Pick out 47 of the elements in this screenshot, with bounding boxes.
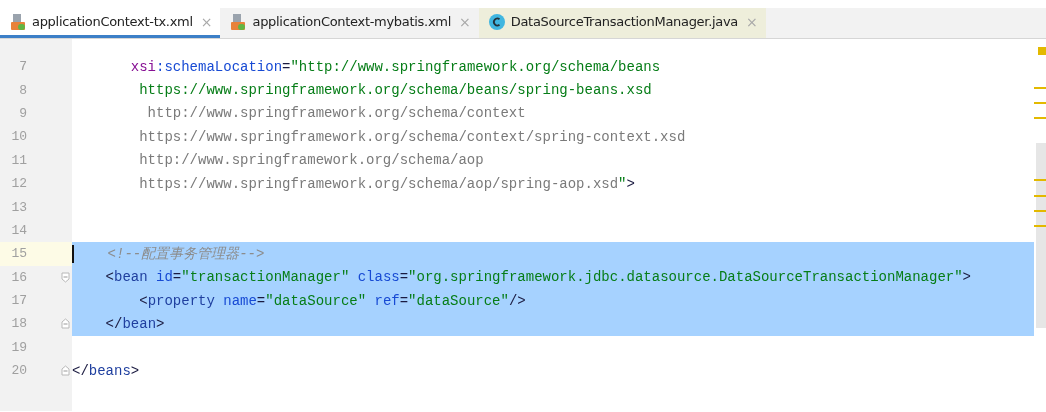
code-line: xsi:schemaLocation="http://www.springframework.org/schema/beans (129, 58, 661, 75)
scrollbar-thumb[interactable] (1036, 143, 1046, 328)
editor-tab[interactable]: DataSourceTransactionManager.java × (478, 8, 766, 38)
line-number: 11 (10, 152, 27, 168)
xml-file-icon (9, 12, 27, 31)
line-number: 9 (18, 105, 27, 121)
warning-marker (1034, 102, 1046, 104)
line-number: 15 (10, 246, 27, 262)
code-line: https://www.springframework.org/schema/beans/spring-beans.xsd (138, 82, 652, 99)
code-line: http://www.springframework.org/schema/aop (138, 152, 484, 169)
tab-label: applicationContext-tx.xml (32, 14, 193, 29)
editor-tab[interactable]: applicationContext-mybatis.xml × (220, 8, 479, 38)
warning-marker (1034, 179, 1046, 181)
code-line: <property name="dataSource" ref="dataSource"/> (138, 292, 526, 309)
code-line: https://www.springframework.org/schema/context/spring-context.xsd (138, 128, 686, 145)
tab-label: applicationContext-mybatis.xml (252, 14, 451, 29)
warning-marker (1034, 195, 1046, 197)
warning-marker (1034, 210, 1046, 212)
line-number: 18 (10, 316, 27, 332)
line-number: 14 (10, 222, 27, 238)
code-line: <bean id="transactionManager" class="org.springframework.jdbc.datasource.DataSourceTransactionManager"> (104, 269, 971, 286)
line-number: 16 (10, 269, 27, 285)
tab-label: DataSourceTransactionManager.java (510, 14, 739, 29)
code-line: https://www.springframework.org/schema/aop/spring-aop.xsd"> (138, 175, 635, 192)
warning-marker (1034, 225, 1046, 227)
line-number: 8 (18, 82, 27, 98)
xml-file-icon (229, 12, 248, 31)
fold-icon[interactable] (61, 271, 70, 283)
code-line: http://www.springframework.org/schema/context (146, 105, 526, 122)
class-file-icon (487, 12, 506, 31)
fold-icon[interactable] (61, 365, 70, 377)
text-caret (72, 244, 74, 263)
line-number: 20 (10, 363, 27, 379)
warning-marker (1034, 87, 1046, 89)
line-number: 10 (10, 129, 27, 145)
code-line: </beans> (72, 362, 140, 379)
fold-icon[interactable] (61, 318, 70, 330)
code-line: </bean> (104, 316, 165, 332)
line-number: 12 (10, 176, 27, 192)
warning-marker (1034, 117, 1046, 119)
code-line: <!--配置事务管理器--> (106, 244, 265, 263)
warning-marker (1038, 47, 1046, 55)
line-number: 17 (10, 293, 27, 309)
editor-tab[interactable]: applicationContext-tx.xml × (0, 8, 221, 38)
line-number: 13 (10, 199, 27, 215)
line-number: 19 (10, 339, 27, 355)
line-number: 7 (18, 59, 27, 75)
